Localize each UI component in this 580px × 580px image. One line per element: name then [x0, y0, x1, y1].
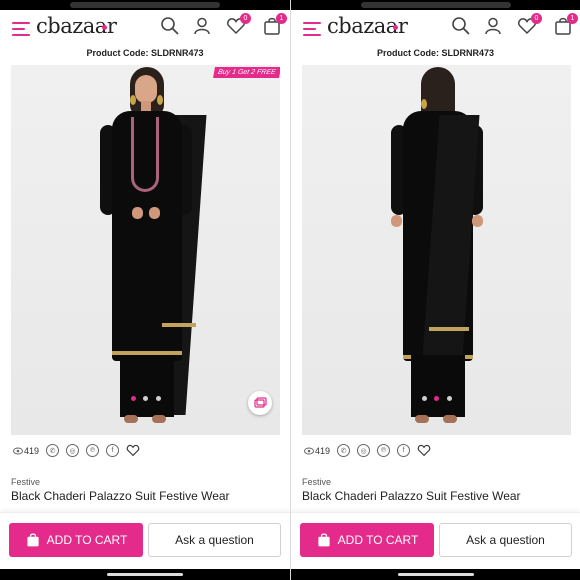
model-figure-back	[377, 65, 497, 435]
pinterest-icon[interactable]: ℗	[86, 444, 100, 457]
carousel-dot[interactable]	[130, 396, 136, 401]
add-to-cart-label: ADD TO CART	[46, 533, 128, 547]
heart-icon[interactable]: 0	[226, 13, 251, 36]
app-header: cbazaar 0 1	[0, 10, 290, 44]
instagram-icon[interactable]: ◎	[357, 444, 371, 457]
add-to-cart-button[interactable]: ADD TO CART	[300, 523, 434, 557]
facebook-icon[interactable]: f	[106, 444, 120, 457]
eye-icon	[13, 447, 23, 454]
carousel-indicator[interactable]	[421, 396, 452, 401]
carousel-dot[interactable]	[446, 396, 452, 401]
shopping-bag-icon	[27, 533, 39, 547]
carousel-dot[interactable]	[421, 396, 427, 401]
product-screen-left: cbazaar 0 1 Product Code: SLDRNR473 Buy …	[0, 0, 290, 580]
views-count: 419	[315, 445, 331, 456]
heart-icon[interactable]: 0	[517, 13, 542, 36]
product-category[interactable]: Festive	[302, 477, 331, 487]
whatsapp-icon[interactable]: ✆	[46, 444, 60, 457]
promo-badge[interactable]: Buy 1 Get 2 FREE	[213, 67, 280, 78]
brand-logo-dot	[393, 25, 398, 30]
views-counter: 419	[304, 446, 330, 456]
user-icon[interactable]	[483, 16, 503, 36]
zoom-icon[interactable]	[248, 391, 272, 415]
ask-question-button[interactable]: Ask a question	[148, 523, 281, 557]
wishlist-count-badge: 0	[240, 13, 251, 24]
model-figure-front	[86, 65, 206, 435]
user-icon[interactable]	[192, 16, 212, 36]
action-bar: ADD TO CART Ask a question	[0, 512, 290, 569]
carousel-dot[interactable]	[434, 396, 439, 401]
ask-question-button[interactable]: Ask a question	[439, 523, 572, 557]
bag-icon[interactable]: 1	[553, 13, 578, 36]
action-bar: ADD TO CART Ask a question	[291, 512, 580, 569]
app-screen: cbazaar 0 1 Product Code: SLDRNR473 Buy …	[0, 0, 580, 580]
carousel-indicator[interactable]	[130, 396, 161, 401]
views-counter: 419	[13, 446, 39, 456]
cart-count-badge: 1	[276, 13, 287, 24]
eye-icon	[304, 447, 314, 454]
gesture-bar	[0, 569, 290, 580]
whatsapp-icon[interactable]: ✆	[337, 444, 351, 457]
wishlist-count-badge: 0	[531, 13, 542, 24]
product-screen-right: cbazaar 0 1 Product Code: SLDRNR473 419 …	[290, 0, 580, 580]
status-bar	[0, 0, 290, 10]
heart-outline-icon[interactable]	[417, 444, 431, 457]
views-count: 419	[24, 445, 40, 456]
menu-icon[interactable]	[12, 22, 30, 36]
shopping-bag-icon	[318, 533, 330, 547]
heart-outline-icon[interactable]	[126, 444, 140, 457]
product-category[interactable]: Festive	[11, 477, 40, 487]
carousel-dot[interactable]	[155, 396, 161, 401]
search-icon[interactable]	[451, 16, 471, 36]
product-image-back[interactable]	[302, 65, 571, 435]
ask-question-label: Ask a question	[175, 533, 254, 547]
add-to-cart-label: ADD TO CART	[337, 533, 419, 547]
facebook-icon[interactable]: f	[397, 444, 411, 457]
bag-icon[interactable]: 1	[262, 13, 287, 36]
social-share-row: 419 ✆ ◎ ℗ f	[13, 444, 140, 457]
carousel-dot[interactable]	[143, 396, 148, 401]
product-title: Black Chaderi Palazzo Suit Festive Wear	[11, 489, 230, 503]
product-image-front[interactable]: Buy 1 Get 2 FREE	[11, 65, 280, 435]
status-bar	[291, 0, 580, 10]
social-share-row: 419 ✆ ◎ ℗ f	[304, 444, 431, 457]
menu-icon[interactable]	[303, 22, 321, 36]
product-code: Product Code: SLDRNR473	[86, 48, 204, 58]
ask-question-label: Ask a question	[466, 533, 545, 547]
add-to-cart-button[interactable]: ADD TO CART	[9, 523, 143, 557]
brand-logo-dot	[102, 25, 107, 30]
pinterest-icon[interactable]: ℗	[377, 444, 391, 457]
gesture-bar	[291, 569, 580, 580]
instagram-icon[interactable]: ◎	[66, 444, 80, 457]
product-title: Black Chaderi Palazzo Suit Festive Wear	[302, 489, 521, 503]
app-header: cbazaar 0 1	[291, 10, 580, 44]
search-icon[interactable]	[160, 16, 180, 36]
product-code: Product Code: SLDRNR473	[376, 48, 494, 58]
cart-count-badge: 1	[567, 13, 578, 24]
